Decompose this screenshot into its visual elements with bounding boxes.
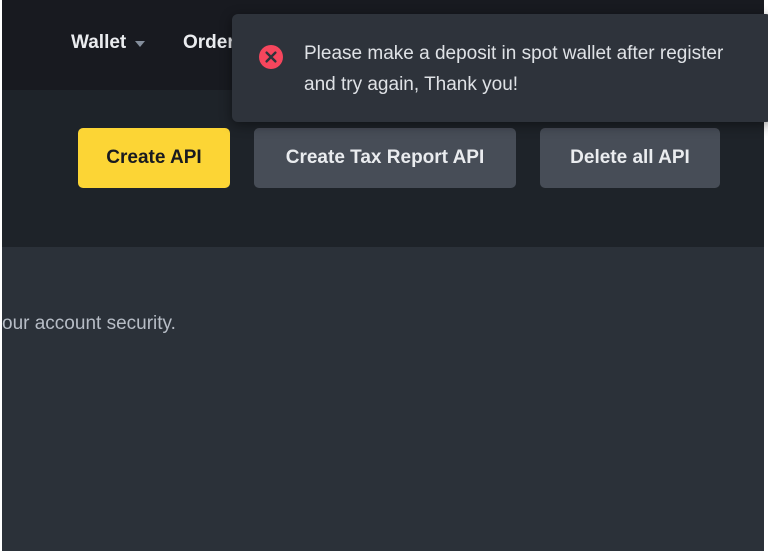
nav-wallet-menu[interactable]: Wallet	[71, 30, 146, 56]
chevron-down-icon	[135, 41, 146, 47]
close-circle-icon	[259, 45, 283, 69]
security-notice-text: our account security.	[2, 313, 176, 334]
nav-orders-menu[interactable]: Orders	[183, 30, 235, 56]
create-tax-report-api-button[interactable]: Create Tax Report API	[254, 128, 516, 188]
nav-wallet-label: Wallet	[71, 32, 127, 53]
nav-orders-label: Orders	[183, 32, 235, 53]
toast-message: Please make a deposit in spot wallet aft…	[304, 43, 724, 95]
create-api-button[interactable]: Create API	[78, 128, 230, 188]
delete-all-api-button[interactable]: Delete all API	[540, 128, 720, 188]
error-toast: Please make a deposit in spot wallet aft…	[232, 14, 768, 122]
